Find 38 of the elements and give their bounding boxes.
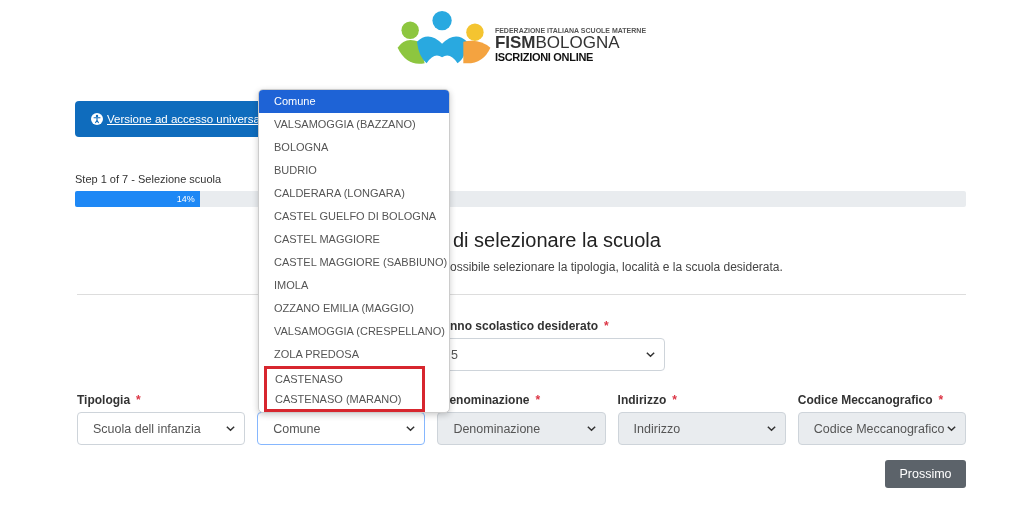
chevron-down-icon	[585, 423, 597, 434]
dropdown-option[interactable]: VALSAMOGGIA (BAZZANO)	[259, 113, 449, 136]
dropdown-option[interactable]: CASTEL MAGGIORE (SABBIUNO)	[259, 251, 449, 274]
accessibility-icon	[91, 113, 103, 125]
progress-fill: 14%	[75, 191, 200, 207]
chevron-down-icon	[405, 423, 417, 434]
required-mark: *	[672, 393, 677, 409]
step-label: Step 1 of 7 - Selezione scuola	[75, 173, 223, 185]
page-heading: di selezionare la scuola	[453, 229, 662, 252]
page-subtitle: ossibile selezionare la tipologia, località e la scuola desiderata.	[450, 260, 784, 274]
field-label: enominazione	[449, 393, 530, 409]
dropdown-option[interactable]: CALDERARA (LONGARA)	[259, 182, 449, 205]
required-mark: *	[938, 393, 944, 409]
field-label: Tipologia	[77, 393, 131, 409]
field-label: nno scolastico desiderato	[450, 319, 599, 335]
select-field[interactable]: Scuola dell infanzia	[77, 412, 246, 445]
field-label: Codice Meccanografico	[797, 393, 933, 409]
select-field[interactable]: Comune	[257, 412, 426, 445]
chevron-down-icon	[765, 423, 777, 434]
field-label: Indirizzo	[617, 393, 667, 409]
dropdown-option[interactable]: IMOLA	[259, 274, 449, 297]
dropdown-option[interactable]: OZZANO EMILIA (MAGGIO)	[259, 297, 449, 320]
next-button[interactable]: Prossimo	[885, 460, 966, 488]
chevron-down-icon	[645, 349, 656, 360]
dropdown-option[interactable]: CASTEL GUELFO DI BOLOGNA	[259, 205, 449, 228]
dropdown-option[interactable]: Comune	[259, 90, 449, 113]
required-mark: *	[604, 319, 609, 335]
logo-tagline: ISCRIZIONI ONLINE	[494, 51, 594, 63]
required-mark: *	[535, 393, 541, 409]
dropdown-option[interactable]: CASTENASO (MARANO)	[267, 389, 422, 409]
logo-brand: FISMBOLOGNA	[494, 34, 620, 51]
required-mark: *	[136, 393, 141, 409]
dropdown-option[interactable]: BOLOGNA	[259, 136, 449, 159]
dropdown-option[interactable]: BUDRIO	[259, 159, 449, 182]
dropdown-option[interactable]: CASTENASO	[267, 369, 422, 389]
dropdown-option[interactable]: CASTEL MAGGIORE	[259, 228, 449, 251]
chevron-down-icon	[225, 423, 237, 434]
chevron-down-icon	[946, 423, 957, 434]
